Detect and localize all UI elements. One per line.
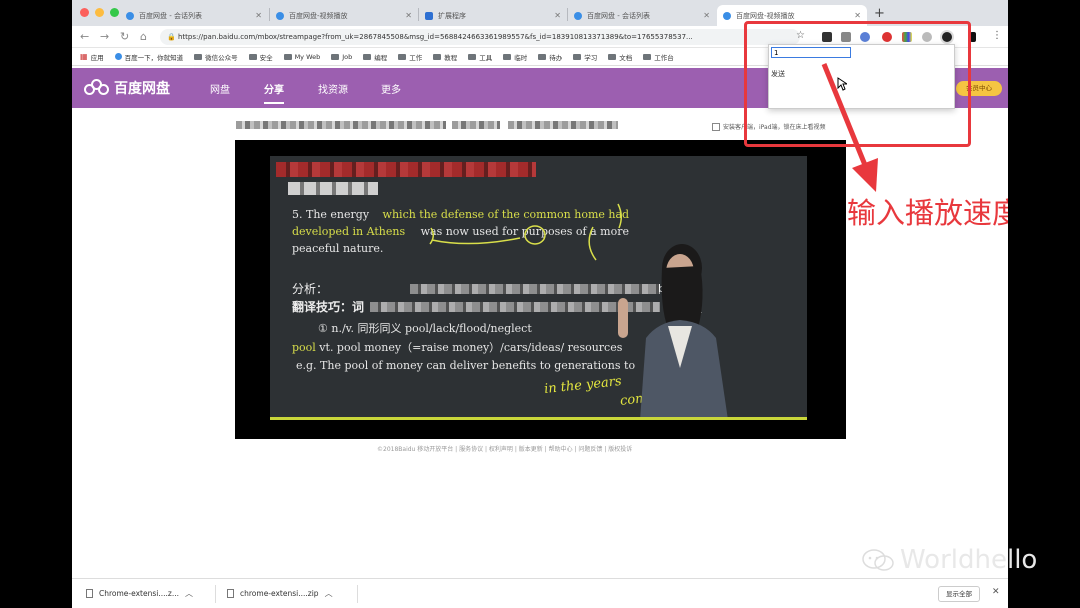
watermark: Worldhello bbox=[862, 545, 1037, 575]
annotation-arrow bbox=[821, 63, 878, 192]
downloads-bar: Chrome-extensi....z... ︿ chrome-extensi.… bbox=[72, 578, 1008, 608]
show-all-downloads-button[interactable]: 显示全部 bbox=[938, 586, 980, 602]
file-icon bbox=[227, 589, 234, 598]
letterbox-left bbox=[0, 0, 72, 608]
chevron-up-icon[interactable]: ︿ bbox=[325, 588, 333, 599]
wechat-logo-icon bbox=[862, 549, 894, 571]
file-icon bbox=[86, 589, 93, 598]
download-item[interactable]: chrome-extensi....zip ︿ bbox=[227, 588, 333, 599]
close-downloads-icon[interactable]: ✕ bbox=[992, 587, 1000, 597]
annotation-caption: 输入播放速度 bbox=[847, 196, 1008, 230]
letterbox-right bbox=[1008, 0, 1080, 608]
download-item[interactable]: Chrome-extensi....z... ︿ bbox=[86, 588, 193, 599]
chevron-up-icon[interactable]: ︿ bbox=[185, 588, 193, 599]
browser-window: 百度网盘 - 会话列表 ✕ 百度网盘-视频播放 ✕ 扩展程序 ✕ 百度网盘 - 会话列… bbox=[72, 0, 1008, 608]
